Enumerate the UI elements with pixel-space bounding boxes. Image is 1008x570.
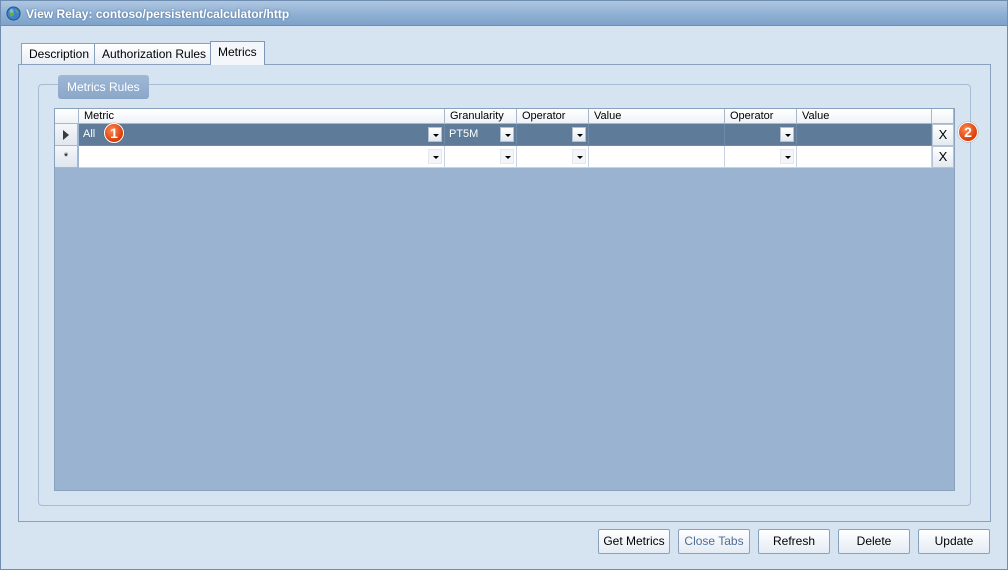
refresh-button[interactable]: Refresh: [758, 529, 830, 554]
tab-metrics-label: Metrics: [218, 45, 257, 59]
granularity-combobox[interactable]: PT5M: [445, 124, 517, 146]
column-header-delete: [932, 109, 954, 124]
row-header-new[interactable]: *: [55, 146, 78, 168]
close-tabs-button[interactable]: Close Tabs: [678, 529, 750, 554]
delete-button[interactable]: Delete: [838, 529, 910, 554]
value-cell[interactable]: [589, 124, 725, 146]
column-header-granularity[interactable]: Granularity: [445, 109, 517, 124]
delete-row-button-new[interactable]: X: [932, 146, 954, 168]
tab-authorization-rules-label: Authorization Rules: [102, 47, 207, 61]
current-row-arrow-icon: [63, 130, 69, 140]
row-header-current[interactable]: [55, 124, 78, 146]
granularity-combobox-new[interactable]: [445, 146, 517, 168]
metric-dropdown-button-new[interactable]: [428, 149, 442, 164]
delete-row-button[interactable]: X: [932, 124, 954, 146]
metrics-tab-panel: Metrics Rules Metric Granularity Operato…: [18, 64, 991, 522]
operator-2-dropdown-button-new[interactable]: [780, 149, 794, 164]
operator-dropdown-button[interactable]: [572, 127, 586, 142]
operator-2-combobox-new[interactable]: [725, 146, 797, 168]
get-metrics-button[interactable]: Get Metrics: [598, 529, 670, 554]
title-bar: View Relay: contoso/persistent/calculato…: [1, 1, 1007, 26]
column-header-value-2[interactable]: Value: [797, 109, 932, 124]
metrics-rules-label: Metrics Rules: [58, 75, 149, 99]
operator-combobox[interactable]: [517, 124, 589, 146]
update-button[interactable]: Update: [918, 529, 990, 554]
callout-badge-1: 1: [104, 123, 124, 143]
metric-dropdown-button[interactable]: [428, 127, 442, 142]
column-header-operator-2[interactable]: Operator: [725, 109, 797, 124]
value-cell-new[interactable]: [589, 146, 725, 168]
metric-combobox[interactable]: All: [79, 124, 445, 146]
tab-authorization-rules[interactable]: Authorization Rules: [94, 43, 215, 64]
operator-dropdown-button-new[interactable]: [572, 149, 586, 164]
tab-description-label: Description: [29, 47, 90, 61]
granularity-value: PT5M: [449, 128, 479, 140]
column-header-value[interactable]: Value: [589, 109, 725, 124]
relay-window: View Relay: contoso/persistent/calculato…: [0, 0, 1008, 570]
metric-combobox-new[interactable]: [79, 146, 445, 168]
operator-combobox-new[interactable]: [517, 146, 589, 168]
granularity-dropdown-button[interactable]: [500, 127, 514, 142]
column-header-metric[interactable]: Metric: [79, 109, 445, 124]
globe-icon: [6, 6, 21, 21]
operator-2-combobox[interactable]: [725, 124, 797, 146]
window-title: View Relay: contoso/persistent/calculato…: [26, 7, 290, 21]
column-header-operator[interactable]: Operator: [517, 109, 589, 124]
grid-corner-header: [55, 109, 79, 124]
operator-2-dropdown-button[interactable]: [780, 127, 794, 142]
granularity-dropdown-button-new[interactable]: [500, 149, 514, 164]
metric-value: All: [83, 128, 96, 140]
value-2-cell-new[interactable]: [797, 146, 932, 168]
value-2-cell[interactable]: [797, 124, 932, 146]
tab-description[interactable]: Description: [21, 43, 98, 64]
metrics-rules-grid[interactable]: Metric Granularity Operator Value Operat…: [54, 108, 955, 491]
tab-metrics[interactable]: Metrics: [210, 41, 265, 65]
callout-badge-2: 2: [958, 122, 978, 142]
